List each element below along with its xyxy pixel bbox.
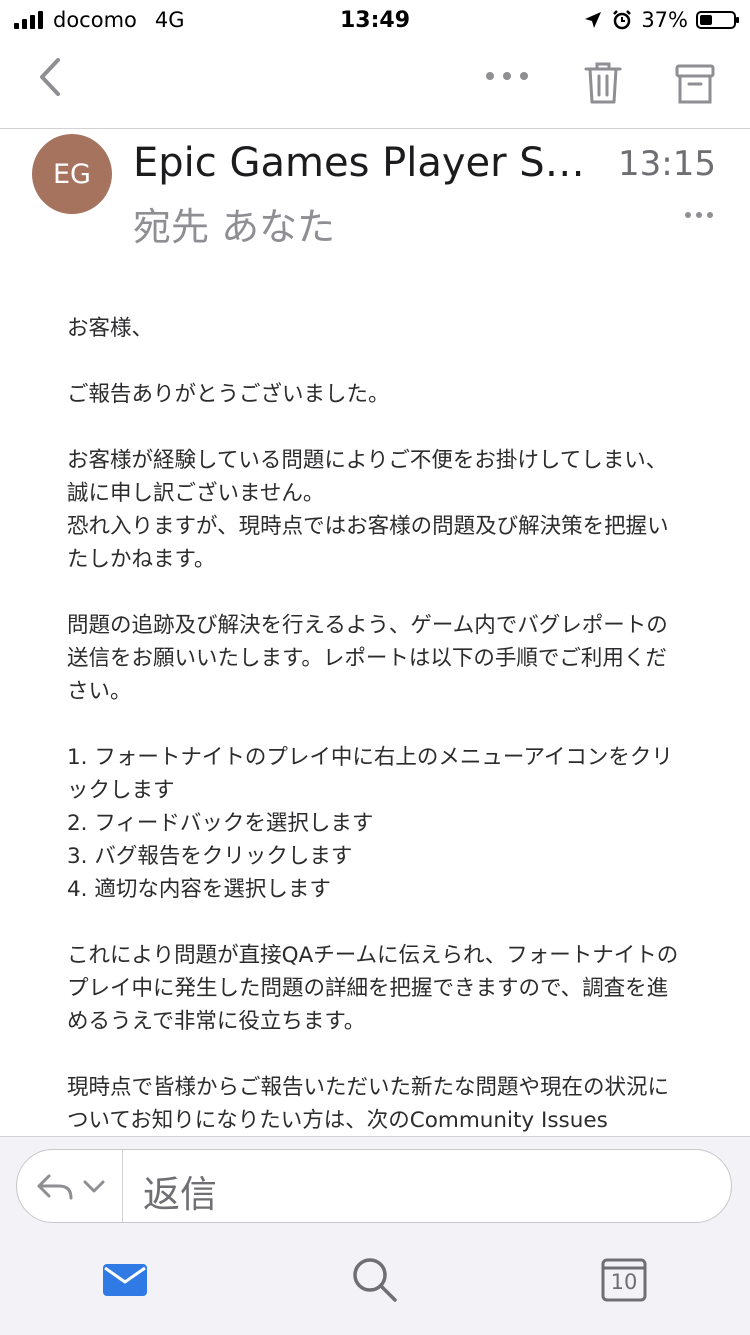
step-item: 4. 適切な内容を選択します <box>67 877 331 902</box>
reply-divider <box>122 1150 123 1222</box>
battery-icon <box>696 11 739 29</box>
back-chevron-icon[interactable] <box>32 54 72 100</box>
paragraph-unknown: 恐れ入りますが、現時点ではお客様の問題及び解決策を把握いたしかねます。 <box>67 514 669 572</box>
alarm-icon <box>613 10 632 30</box>
paragraph-qa: これにより問題が直接QAチームに伝えられ、フォートナイトのプレイ中に発生した問題… <box>67 943 679 1034</box>
paragraph-apology: お客様が経験している問題によりご不便をお掛けしてしまい、誠に申し訳ございません。 <box>67 448 668 506</box>
search-icon[interactable] <box>350 1255 398 1303</box>
reply-arrow-icon <box>37 1174 73 1200</box>
trash-icon[interactable] <box>582 60 624 106</box>
step-item: 1. フォートナイトのプレイ中に右上のメニューアイコンをクリックします <box>67 745 673 803</box>
battery-percent: 37% <box>641 8 688 32</box>
message-body: お客様、 ご報告ありがとうございました。 お客様が経験している問題によりご不便を… <box>67 312 687 1170</box>
status-bar: docomo 4G 13:49 37% <box>0 0 750 42</box>
paragraph-status: 現時点で皆様からご報告いただいた新たな問題や現在の状況についてお知りになりたい方… <box>67 1075 670 1133</box>
more-options-icon[interactable] <box>484 64 530 88</box>
sender-name[interactable]: Epic Games Player Support <box>133 140 603 186</box>
reply-box[interactable]: 返信 <box>16 1149 732 1223</box>
recipient-line[interactable]: 宛先 あなた <box>133 196 335 251</box>
archive-icon[interactable] <box>674 62 716 106</box>
sender-avatar[interactable]: EG <box>32 134 112 214</box>
calendar-tab[interactable]: 10 <box>600 1256 648 1302</box>
mail-icon[interactable] <box>102 1262 148 1298</box>
message-time: 13:15 <box>618 144 716 184</box>
reply-options-button[interactable] <box>35 1168 125 1206</box>
paragraph-request: 問題の追跡及び解決を行えるよう、ゲーム内でバグレポートの送信をお願いいたします。… <box>67 613 668 704</box>
reply-bar: 返信 <box>0 1136 750 1335</box>
step-item: 2. フィードバックを選択します <box>67 811 374 836</box>
calendar-day: 10 <box>610 1270 638 1294</box>
reply-input[interactable]: 返信 <box>143 1164 217 1218</box>
nav-bar <box>0 42 750 129</box>
greeting: お客様、 <box>67 316 154 341</box>
header-more-icon[interactable] <box>684 210 714 220</box>
location-arrow-icon <box>585 12 602 28</box>
paragraph-thanks: ご報告ありがとうございました。 <box>67 382 390 407</box>
step-item: 3. バグ報告をクリックします <box>67 844 353 869</box>
chevron-down-icon <box>83 1180 105 1193</box>
